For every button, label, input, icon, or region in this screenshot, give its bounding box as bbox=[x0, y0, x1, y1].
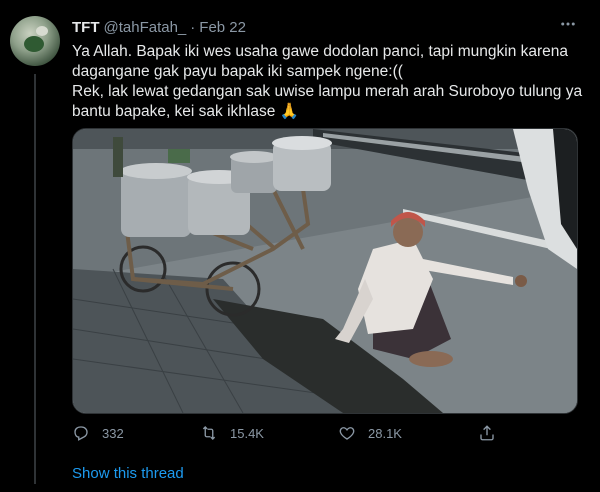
more-dots-icon[interactable] bbox=[558, 14, 578, 34]
tweet-text-line: Rek, lak lewat gedangan sak uwise lampu … bbox=[72, 83, 583, 100]
author-name[interactable]: TFT bbox=[72, 19, 100, 36]
reply-button[interactable]: 332 bbox=[72, 424, 124, 442]
share-button[interactable] bbox=[478, 424, 508, 442]
author-handle[interactable]: @tahFatah_ bbox=[104, 19, 187, 36]
photo-icon bbox=[73, 129, 577, 413]
thread-line bbox=[34, 74, 36, 484]
tweet-text-line: Ya Allah. Bapak iki wes usaha gawe dodol… bbox=[72, 43, 569, 60]
tweet-header: TFT @tahFatah_ · Feb 22 bbox=[72, 17, 246, 37]
retweet-button[interactable]: 15.4K bbox=[200, 424, 264, 442]
share-icon bbox=[480, 425, 494, 441]
separator-dot: · bbox=[190, 18, 196, 36]
tweet-actions: 332 15.4K 28.1K bbox=[72, 424, 502, 446]
heart-icon bbox=[339, 427, 355, 440]
avatar-shape bbox=[24, 36, 44, 52]
like-button[interactable]: 28.1K bbox=[338, 424, 402, 442]
tweet-time[interactable]: Feb 22 bbox=[199, 19, 246, 36]
tweet-photo[interactable] bbox=[72, 128, 578, 414]
reply-icon bbox=[74, 426, 88, 441]
reply-count: 332 bbox=[102, 425, 124, 441]
show-thread-link[interactable]: Show this thread bbox=[72, 465, 184, 482]
avatar-shape bbox=[36, 26, 48, 36]
tweet-text: Ya Allah. Bapak iki wes usaha gawe dodol… bbox=[72, 42, 582, 122]
tweet-text-line: bantu bapake, kei sak ikhlase 🙏 bbox=[72, 103, 299, 120]
avatar[interactable] bbox=[10, 16, 60, 66]
thread-dots bbox=[34, 455, 36, 485]
retweet-count: 15.4K bbox=[230, 425, 264, 441]
retweet-icon bbox=[202, 426, 216, 440]
tweet[interactable]: TFT @tahFatah_ · Feb 22 Ya Allah. Bapak … bbox=[0, 0, 600, 492]
tweet-text-line: dagangane gak payu bapak iki sampek ngen… bbox=[72, 63, 403, 80]
like-count: 28.1K bbox=[368, 425, 402, 441]
